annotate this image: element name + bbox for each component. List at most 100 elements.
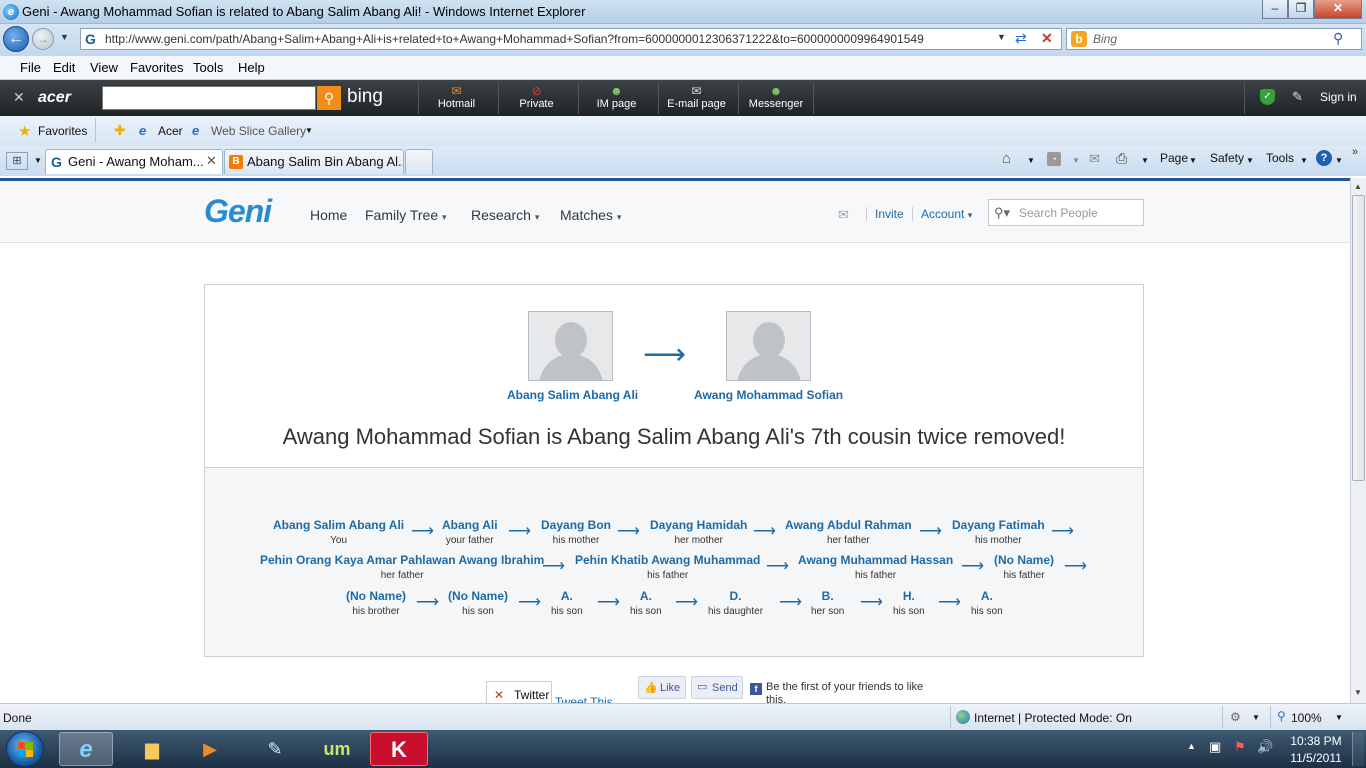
- close-window-button[interactable]: ✕: [1314, 0, 1362, 19]
- page-menu[interactable]: Page: [1160, 151, 1188, 165]
- maximize-button[interactable]: ❐: [1288, 0, 1314, 19]
- path-person[interactable]: Pehin Khatib Awang Muhammad his father: [575, 553, 760, 581]
- vertical-scrollbar[interactable]: ▲ ▼: [1350, 178, 1366, 703]
- scroll-up-arrow-icon[interactable]: ▲: [1354, 182, 1362, 191]
- tab-abang-salim[interactable]: B Abang Salim Bin Abang Al...: [224, 149, 404, 174]
- path-person[interactable]: Dayang Bon his mother: [541, 518, 611, 546]
- path-person[interactable]: A. his son: [551, 589, 583, 617]
- feeds-icon[interactable]: ◔: [1047, 152, 1061, 166]
- path-person[interactable]: Awang Muhammad Hassan his father: [798, 553, 953, 581]
- show-desktop-button[interactable]: [1352, 732, 1364, 766]
- path-person[interactable]: D. his daughter: [708, 589, 763, 617]
- path-person[interactable]: Dayang Hamidah her mother: [650, 518, 747, 546]
- url-text[interactable]: http://www.geni.com/path/Abang+Salim+Aba…: [105, 32, 995, 46]
- nav-matches[interactable]: Matches ▾: [560, 207, 621, 223]
- geni-logo[interactable]: Geni: [204, 193, 272, 230]
- home-icon[interactable]: ⌂: [1002, 150, 1011, 167]
- help-chevron-down-icon[interactable]: ▼: [1335, 156, 1343, 165]
- safety-menu[interactable]: Safety: [1210, 151, 1244, 165]
- path-person[interactable]: (No Name) his brother: [346, 589, 406, 617]
- scrollbar-thumb[interactable]: [1352, 195, 1365, 481]
- acer-search-icon[interactable]: ⚲: [317, 86, 341, 110]
- private-button[interactable]: ⊘ Private: [498, 82, 574, 114]
- to-person-link[interactable]: Awang Mohammad Sofian: [694, 388, 843, 402]
- path-person[interactable]: A. his son: [630, 589, 662, 617]
- quick-tabs-icon[interactable]: ⊞: [6, 152, 28, 170]
- tray-security-alert-icon[interactable]: ⚑: [1234, 739, 1246, 755]
- email-page-button[interactable]: ✉ E-mail page: [658, 82, 734, 114]
- history-chevron-down-icon[interactable]: ▼: [60, 32, 69, 42]
- zoom-level[interactable]: 100%: [1291, 711, 1322, 725]
- tab-list-chevron-down-icon[interactable]: ▼: [34, 156, 42, 165]
- tab-geni[interactable]: G Geni - Awang Moham... ✕: [45, 149, 223, 174]
- path-person[interactable]: (No Name) his father: [994, 553, 1054, 581]
- path-person[interactable]: Pehin Orang Kaya Amar Pahlawan Awang Ibr…: [260, 553, 544, 581]
- tweet-this-link[interactable]: Tweet This: [555, 695, 613, 703]
- path-person[interactable]: B. her son: [811, 589, 844, 617]
- path-person[interactable]: Abang Ali your father: [442, 518, 498, 546]
- avatar-from-person[interactable]: [528, 311, 613, 381]
- web-slice-chevron-down-icon[interactable]: ▼: [305, 126, 313, 135]
- shield-icon[interactable]: ✓: [1260, 89, 1275, 105]
- scroll-down-arrow-icon[interactable]: ▼: [1354, 688, 1362, 697]
- close-tab-icon[interactable]: ✕: [206, 153, 217, 169]
- avatar-to-person[interactable]: [726, 311, 811, 381]
- print-icon[interactable]: ⎙: [1116, 150, 1127, 167]
- home-chevron-down-icon[interactable]: ▼: [1027, 156, 1035, 165]
- tray-network-icon[interactable]: ▣: [1209, 739, 1221, 755]
- path-person[interactable]: Awang Abdul Rahman her father: [785, 518, 912, 546]
- taskbar-paint-icon[interactable]: ✎: [248, 732, 302, 766]
- fav-web-slice-gallery[interactable]: Web Slice Gallery: [211, 124, 306, 138]
- path-person[interactable]: A. his son: [971, 589, 1003, 617]
- account-menu[interactable]: Account ▾: [921, 207, 972, 221]
- toolbar-overflow-chevron-icon[interactable]: »: [1352, 146, 1358, 158]
- tools-menu[interactable]: Tools: [1266, 151, 1294, 165]
- sign-in-link[interactable]: Sign in: [1320, 90, 1357, 104]
- new-tab-button[interactable]: [405, 149, 433, 174]
- feeds-chevron-down-icon[interactable]: ▼: [1072, 156, 1080, 165]
- path-person[interactable]: Dayang Fatimah his mother: [952, 518, 1045, 546]
- refresh-icon[interactable]: ⇄: [1015, 30, 1027, 47]
- zoom-chevron-down-icon[interactable]: ▼: [1335, 713, 1343, 722]
- search-icon[interactable]: ⚲: [1333, 30, 1343, 47]
- protected-mode-gear-icon[interactable]: ⚙: [1230, 710, 1241, 724]
- tray-expand-arrow-icon[interactable]: ▲: [1187, 741, 1196, 751]
- add-favorite-icon[interactable]: ✚: [114, 122, 126, 139]
- help-icon[interactable]: ?: [1316, 150, 1332, 166]
- back-arrow-icon[interactable]: ←: [3, 26, 29, 52]
- taskbar-explorer-folder-icon[interactable]: ▆: [125, 732, 179, 766]
- read-mail-icon[interactable]: ✉: [1089, 151, 1100, 167]
- taskbar-media-player-icon[interactable]: ▶: [183, 732, 237, 766]
- tray-volume-icon[interactable]: 🔊: [1257, 739, 1273, 755]
- twitter-button[interactable]: ✕ Twitter: [486, 681, 552, 703]
- tray-clock[interactable]: 10:38 PM 11/5/2011: [1288, 734, 1344, 765]
- path-person[interactable]: (No Name) his son: [448, 589, 508, 617]
- facebook-send-button[interactable]: ▭ Send: [691, 676, 743, 699]
- taskbar-internet-explorer-icon[interactable]: e: [59, 732, 113, 766]
- close-toolbar-icon[interactable]: ✕: [13, 89, 25, 106]
- facebook-like-button[interactable]: 👍 Like: [638, 676, 686, 699]
- hotmail-button[interactable]: ✉ Hotmail: [418, 82, 494, 114]
- menu-tools[interactable]: Tools: [193, 60, 223, 75]
- tools-chevron-down-icon[interactable]: ▼: [1300, 156, 1308, 165]
- fav-acer-link[interactable]: Acer: [158, 124, 183, 138]
- acer-search-input[interactable]: [102, 86, 316, 110]
- invite-link[interactable]: Invite: [875, 207, 904, 221]
- bing-search-box[interactable]: b Bing ⚲: [1066, 28, 1362, 50]
- favorites-button[interactable]: Favorites: [38, 124, 87, 138]
- menu-file[interactable]: File: [20, 60, 41, 75]
- menu-view[interactable]: View: [90, 60, 118, 75]
- wrench-icon[interactable]: ✎: [1292, 89, 1303, 105]
- forward-arrow-icon[interactable]: →: [32, 28, 54, 50]
- address-bar[interactable]: G http://www.geni.com/path/Abang+Salim+A…: [80, 28, 1062, 50]
- menu-edit[interactable]: Edit: [53, 60, 75, 75]
- taskbar-kaspersky-icon[interactable]: K: [370, 732, 428, 766]
- print-chevron-down-icon[interactable]: ▼: [1141, 156, 1149, 165]
- security-zone-text[interactable]: Internet | Protected Mode: On: [974, 711, 1132, 725]
- taskbar-movie-maker-icon[interactable]: um: [310, 732, 364, 766]
- nav-home[interactable]: Home: [310, 207, 347, 223]
- safety-chevron-down-icon[interactable]: ▼: [1246, 156, 1254, 165]
- minimize-button[interactable]: –: [1262, 0, 1288, 19]
- from-person-link[interactable]: Abang Salim Abang Ali: [507, 388, 638, 402]
- path-person[interactable]: H. his son: [893, 589, 925, 617]
